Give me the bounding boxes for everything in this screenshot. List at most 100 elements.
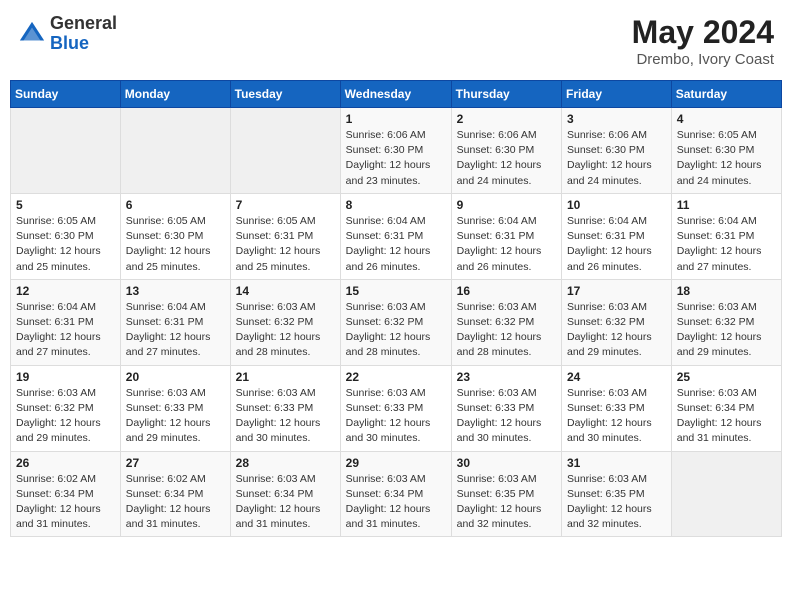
calendar-cell: 18 Sunrise: 6:03 AMSunset: 6:32 PMDayligh… xyxy=(671,279,781,365)
day-number: 5 xyxy=(16,198,115,212)
day-number: 10 xyxy=(567,198,666,212)
calendar-cell: 17 Sunrise: 6:03 AMSunset: 6:32 PMDayligh… xyxy=(562,279,672,365)
day-number: 31 xyxy=(567,456,666,470)
calendar-cell: 28Sunrise: 6:03 AMSunset: 6:34 PMDayligh… xyxy=(230,451,340,537)
day-number: 26 xyxy=(16,456,115,470)
day-number: 15 xyxy=(346,284,446,298)
day-info: Sunrise: 6:03 AMSunset: 6:33 PMDaylight:… xyxy=(126,386,225,447)
calendar-cell: 4 Sunrise: 6:05 AMSunset: 6:30 PMDaylight… xyxy=(671,108,781,194)
calendar-cell xyxy=(11,108,121,194)
day-info: Sunrise: 6:04 AMSunset: 6:31 PMDaylight:… xyxy=(567,214,666,275)
calendar-cell: 8 Sunrise: 6:04 AMSunset: 6:31 PMDaylight… xyxy=(340,193,451,279)
day-info: Sunrise: 6:03 AMSunset: 6:33 PMDaylight:… xyxy=(236,386,335,447)
day-info: Sunrise: 6:02 AMSunset: 6:34 PMDaylight:… xyxy=(126,472,225,533)
calendar-cell: 20 Sunrise: 6:03 AMSunset: 6:33 PMDayligh… xyxy=(120,365,230,451)
day-info: Sunrise: 6:04 AMSunset: 6:31 PMDaylight:… xyxy=(16,300,115,361)
day-info: Sunrise: 6:03 AMSunset: 6:33 PMDaylight:… xyxy=(567,386,666,447)
calendar-cell: 26 Sunrise: 6:02 AMSunset: 6:34 PMDayligh… xyxy=(11,451,121,537)
calendar-cell: 25 Sunrise: 6:03 AMSunset: 6:34 PMDayligh… xyxy=(671,365,781,451)
weekday-header-sunday: Sunday xyxy=(11,81,121,108)
calendar-cell: 13 Sunrise: 6:04 AMSunset: 6:31 PMDayligh… xyxy=(120,279,230,365)
day-info: Sunrise: 6:03 AMSunset: 6:34 PMDaylight:… xyxy=(346,472,446,533)
calendar-cell xyxy=(120,108,230,194)
calendar-cell: 9Sunrise: 6:04 AMSunset: 6:31 PMDaylight… xyxy=(451,193,561,279)
calendar-cell: 10 Sunrise: 6:04 AMSunset: 6:31 PMDayligh… xyxy=(562,193,672,279)
day-info: Sunrise: 6:03 AMSunset: 6:35 PMDaylight:… xyxy=(457,472,556,533)
day-info: Sunrise: 6:03 AMSunset: 6:32 PMDaylight:… xyxy=(16,386,115,447)
day-number: 23 xyxy=(457,370,556,384)
day-number: 13 xyxy=(126,284,225,298)
day-info: Sunrise: 6:04 AMSunset: 6:31 PMDaylight:… xyxy=(126,300,225,361)
day-info: Sunrise: 6:05 AMSunset: 6:30 PMDaylight:… xyxy=(677,128,776,189)
day-info: Sunrise: 6:02 AMSunset: 6:34 PMDaylight:… xyxy=(16,472,115,533)
day-number: 2 xyxy=(457,112,556,126)
day-number: 7 xyxy=(236,198,335,212)
weekday-header-friday: Friday xyxy=(562,81,672,108)
calendar-cell: 14 Sunrise: 6:03 AMSunset: 6:32 PMDayligh… xyxy=(230,279,340,365)
day-info: Sunrise: 6:05 AMSunset: 6:31 PMDaylight:… xyxy=(236,214,335,275)
day-number: 16 xyxy=(457,284,556,298)
day-info: Sunrise: 6:05 AMSunset: 6:30 PMDaylight:… xyxy=(126,214,225,275)
calendar-cell: 7 Sunrise: 6:05 AMSunset: 6:31 PMDaylight… xyxy=(230,193,340,279)
day-info: Sunrise: 6:03 AMSunset: 6:32 PMDaylight:… xyxy=(457,300,556,361)
calendar-cell: 3 Sunrise: 6:06 AMSunset: 6:30 PMDaylight… xyxy=(562,108,672,194)
calendar-cell: 11Sunrise: 6:04 AMSunset: 6:31 PMDayligh… xyxy=(671,193,781,279)
calendar-cell: 1Sunrise: 6:06 AMSunset: 6:30 PMDaylight… xyxy=(340,108,451,194)
day-number: 11 xyxy=(677,198,776,212)
calendar-week-3: 12 Sunrise: 6:04 AMSunset: 6:31 PMDayligh… xyxy=(11,279,782,365)
calendar-cell: 2Sunrise: 6:06 AMSunset: 6:30 PMDaylight… xyxy=(451,108,561,194)
calendar-cell: 27 Sunrise: 6:02 AMSunset: 6:34 PMDayligh… xyxy=(120,451,230,537)
calendar-cell: 19Sunrise: 6:03 AMSunset: 6:32 PMDayligh… xyxy=(11,365,121,451)
calendar-cell: 12 Sunrise: 6:04 AMSunset: 6:31 PMDayligh… xyxy=(11,279,121,365)
day-number: 27 xyxy=(126,456,225,470)
day-number: 12 xyxy=(16,284,115,298)
logo-text: General Blue xyxy=(50,14,117,54)
calendar-cell: 15Sunrise: 6:03 AMSunset: 6:32 PMDayligh… xyxy=(340,279,451,365)
day-info: Sunrise: 6:03 AMSunset: 6:32 PMDaylight:… xyxy=(567,300,666,361)
weekday-header-monday: Monday xyxy=(120,81,230,108)
logo: General Blue xyxy=(18,14,117,54)
logo-general-label: General xyxy=(50,14,117,34)
day-info: Sunrise: 6:03 AMSunset: 6:34 PMDaylight:… xyxy=(677,386,776,447)
day-number: 22 xyxy=(346,370,446,384)
calendar-cell: 16 Sunrise: 6:03 AMSunset: 6:32 PMDayligh… xyxy=(451,279,561,365)
day-info: Sunrise: 6:06 AMSunset: 6:30 PMDaylight:… xyxy=(567,128,666,189)
day-info: Sunrise: 6:04 AMSunset: 6:31 PMDaylight:… xyxy=(346,214,446,275)
calendar-cell: 22 Sunrise: 6:03 AMSunset: 6:33 PMDayligh… xyxy=(340,365,451,451)
calendar-cell: 23Sunrise: 6:03 AMSunset: 6:33 PMDayligh… xyxy=(451,365,561,451)
calendar-cell: 5 Sunrise: 6:05 AMSunset: 6:30 PMDaylight… xyxy=(11,193,121,279)
day-number: 25 xyxy=(677,370,776,384)
weekday-header-saturday: Saturday xyxy=(671,81,781,108)
day-number: 30 xyxy=(457,456,556,470)
calendar-week-4: 19Sunrise: 6:03 AMSunset: 6:32 PMDayligh… xyxy=(11,365,782,451)
day-number: 21 xyxy=(236,370,335,384)
day-info: Sunrise: 6:06 AMSunset: 6:30 PMDaylight:… xyxy=(346,128,446,189)
day-info: Sunrise: 6:05 AMSunset: 6:30 PMDaylight:… xyxy=(16,214,115,275)
page-header: General Blue May 2024 Drembo, Ivory Coas… xyxy=(10,10,782,72)
calendar-location: Drembo, Ivory Coast xyxy=(632,51,774,68)
day-info: Sunrise: 6:03 AMSunset: 6:34 PMDaylight:… xyxy=(236,472,335,533)
calendar-week-1: 1Sunrise: 6:06 AMSunset: 6:30 PMDaylight… xyxy=(11,108,782,194)
calendar-week-2: 5 Sunrise: 6:05 AMSunset: 6:30 PMDaylight… xyxy=(11,193,782,279)
day-number: 3 xyxy=(567,112,666,126)
day-number: 4 xyxy=(677,112,776,126)
day-number: 20 xyxy=(126,370,225,384)
weekday-header-row: SundayMondayTuesdayWednesdayThursdayFrid… xyxy=(11,81,782,108)
day-number: 14 xyxy=(236,284,335,298)
calendar-cell xyxy=(230,108,340,194)
day-number: 17 xyxy=(567,284,666,298)
day-info: Sunrise: 6:03 AMSunset: 6:35 PMDaylight:… xyxy=(567,472,666,533)
day-number: 6 xyxy=(126,198,225,212)
calendar-table: SundayMondayTuesdayWednesdayThursdayFrid… xyxy=(10,80,782,537)
day-number: 18 xyxy=(677,284,776,298)
calendar-cell: 30 Sunrise: 6:03 AMSunset: 6:35 PMDayligh… xyxy=(451,451,561,537)
day-number: 29 xyxy=(346,456,446,470)
day-info: Sunrise: 6:03 AMSunset: 6:32 PMDaylight:… xyxy=(677,300,776,361)
day-info: Sunrise: 6:03 AMSunset: 6:33 PMDaylight:… xyxy=(346,386,446,447)
day-info: Sunrise: 6:03 AMSunset: 6:32 PMDaylight:… xyxy=(236,300,335,361)
day-number: 8 xyxy=(346,198,446,212)
day-number: 24 xyxy=(567,370,666,384)
day-info: Sunrise: 6:04 AMSunset: 6:31 PMDaylight:… xyxy=(457,214,556,275)
weekday-header-thursday: Thursday xyxy=(451,81,561,108)
weekday-header-tuesday: Tuesday xyxy=(230,81,340,108)
